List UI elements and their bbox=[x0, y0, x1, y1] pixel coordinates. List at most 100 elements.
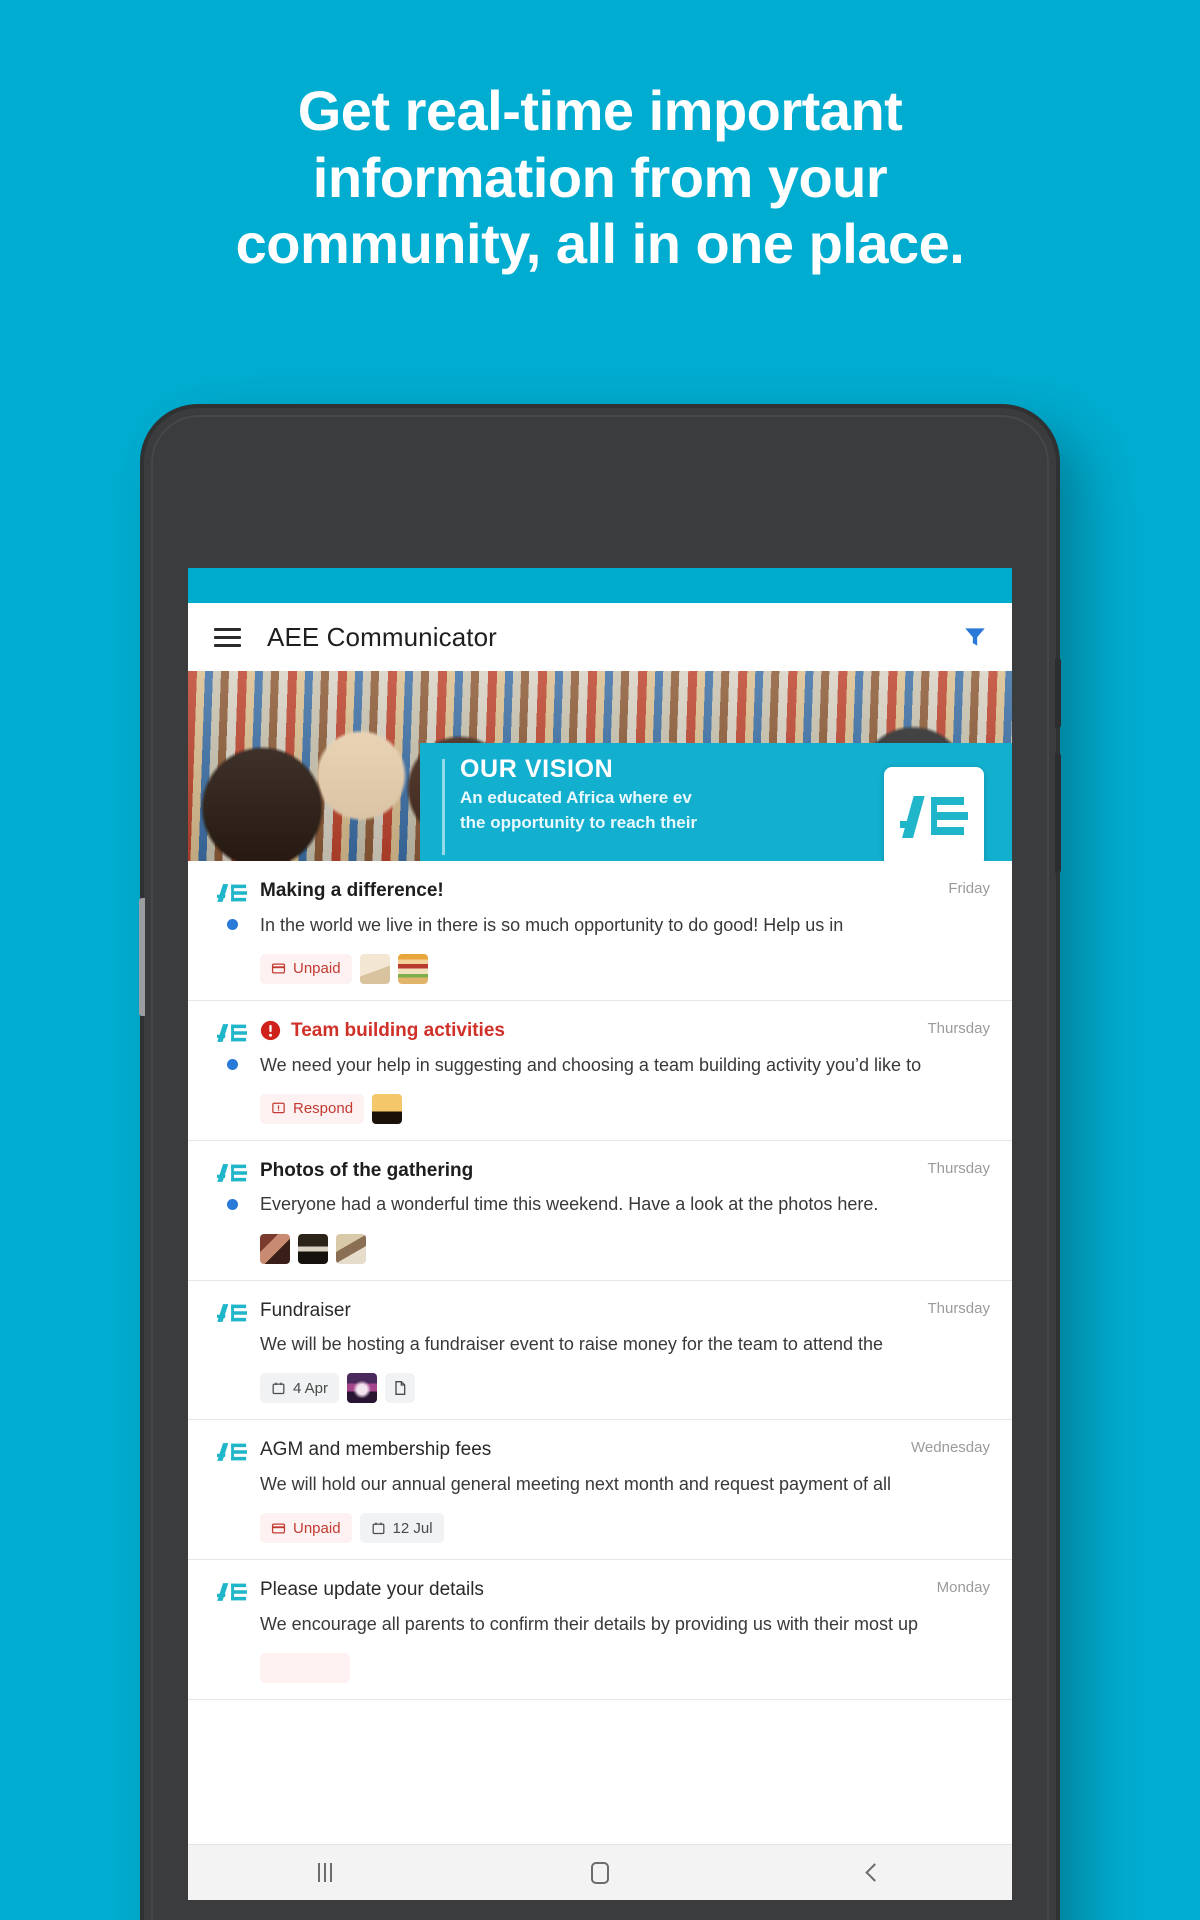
attachment-thumbnail[interactable] bbox=[347, 1373, 378, 1404]
back-button[interactable] bbox=[737, 1845, 1012, 1900]
respond-chip[interactable]: Respond bbox=[260, 1093, 365, 1124]
feed-item-gutter bbox=[204, 1299, 260, 1404]
calendar-icon bbox=[272, 1382, 285, 1395]
feed-item-title: Team building activities bbox=[291, 1019, 505, 1041]
attachment-thumbnail[interactable] bbox=[298, 1233, 328, 1264]
feed-item-body: Making a difference! Friday In the world… bbox=[260, 879, 990, 984]
device-side-button-bottom bbox=[1055, 753, 1061, 873]
attachment-thumbnail[interactable] bbox=[397, 953, 428, 984]
respond-chip-label: Respond bbox=[293, 1100, 354, 1118]
vision-line-1: An educated Africa where ev bbox=[460, 787, 692, 807]
feed-item[interactable]: Making a difference! Friday In the world… bbox=[188, 861, 1012, 1001]
device-side-button-top bbox=[1055, 658, 1061, 728]
home-button[interactable] bbox=[463, 1845, 738, 1900]
aee-mini-logo-icon bbox=[217, 1024, 247, 1042]
date-chip-label: 12 Jul bbox=[392, 1519, 433, 1537]
feed-item-chips: 4 Apr bbox=[260, 1373, 990, 1404]
feed-item-header: Fundraiser Thursday bbox=[260, 1299, 990, 1323]
feed-item-chips bbox=[260, 1233, 990, 1264]
page-title: AEE Communicator bbox=[267, 621, 497, 652]
feed-item-snippet: We will hold our annual general meeting … bbox=[260, 1474, 892, 1495]
status-bar bbox=[188, 568, 1012, 603]
pdf-attachment-chip[interactable] bbox=[385, 1373, 416, 1404]
feed-item[interactable]: AGM and membership fees Wednesday We wil… bbox=[188, 1420, 1012, 1561]
unread-indicator bbox=[226, 1198, 238, 1210]
recents-button[interactable] bbox=[188, 1845, 463, 1900]
app-bar: AEE Communicator bbox=[188, 603, 1012, 671]
aee-logo-icon bbox=[900, 796, 968, 838]
unpaid-chip[interactable]: Unpaid bbox=[260, 953, 352, 984]
credit-card-icon bbox=[271, 1523, 286, 1534]
feed-item-header: Making a difference! Friday bbox=[260, 879, 990, 903]
aee-mini-logo-icon bbox=[217, 1303, 247, 1322]
feed-item-chips: Unpaid bbox=[260, 953, 990, 984]
feed-item-snippet: We will be hosting a fundraiser event to… bbox=[260, 1334, 884, 1355]
respond-message-icon bbox=[272, 1102, 285, 1114]
feed-item-date: Wednesday bbox=[911, 1439, 990, 1457]
feed-item-date: Thursday bbox=[927, 1019, 990, 1037]
feed-item-snippet: We need your help in suggesting and choo… bbox=[260, 1054, 922, 1075]
news-feed-list: Making a difference! Friday In the world… bbox=[188, 861, 1012, 1701]
feed-item-chips bbox=[260, 1653, 990, 1684]
promo-headline: Get real-time important information from… bbox=[0, 78, 1200, 278]
alert-exclamation-icon bbox=[260, 1020, 281, 1040]
phone-device-frame: AEE Communicator OUR VISION An educated … bbox=[139, 408, 1061, 1920]
date-chip[interactable]: 4 Apr bbox=[260, 1373, 340, 1404]
vision-banner[interactable]: OUR VISION An educated Africa where ev t… bbox=[188, 671, 1012, 861]
feed-item-date: Thursday bbox=[927, 1299, 990, 1317]
date-chip-label: 4 Apr bbox=[293, 1379, 329, 1397]
feed-item-body: Please update your details Monday We enc… bbox=[260, 1578, 990, 1684]
unpaid-chip-label: Unpaid bbox=[293, 1519, 341, 1537]
feed-item[interactable]: Photos of the gathering Thursday Everyon… bbox=[188, 1141, 1012, 1281]
device-volume-button bbox=[139, 898, 145, 1016]
unread-indicator bbox=[226, 919, 238, 930]
feed-item[interactable]: Please update your details Monday We enc… bbox=[188, 1560, 1012, 1701]
feed-item-body: Team building activities Thursday We nee… bbox=[260, 1019, 990, 1124]
headline-line-3: community, all in one place. bbox=[235, 212, 965, 276]
partial-chip[interactable] bbox=[260, 1653, 350, 1684]
unpaid-chip-label: Unpaid bbox=[293, 960, 341, 978]
feed-item-gutter bbox=[204, 1578, 260, 1683]
feed-item-header: AGM and membership fees Wednesday bbox=[260, 1438, 990, 1462]
feed-item-gutter bbox=[204, 1019, 260, 1124]
feed-item-gutter bbox=[204, 1438, 260, 1543]
attachment-thumbnail[interactable] bbox=[359, 953, 390, 984]
feed-item-header: Please update your details Monday bbox=[260, 1578, 990, 1602]
home-icon bbox=[591, 1861, 609, 1884]
filter-funnel-icon[interactable] bbox=[962, 624, 988, 650]
credit-card-icon bbox=[271, 963, 286, 974]
unread-indicator bbox=[226, 1058, 238, 1070]
aee-logo-card bbox=[884, 767, 984, 861]
file-document-icon bbox=[395, 1381, 406, 1396]
feed-item-header: Photos of the gathering Thursday bbox=[260, 1159, 990, 1183]
back-icon bbox=[865, 1863, 884, 1882]
feed-item-snippet: We encourage all parents to confirm thei… bbox=[260, 1614, 918, 1635]
aee-mini-logo-icon bbox=[217, 1443, 247, 1462]
feed-item-snippet: Everyone had a wonderful time this weeke… bbox=[260, 1194, 879, 1215]
attachment-thumbnail[interactable] bbox=[372, 1093, 403, 1124]
aee-mini-logo-icon bbox=[217, 884, 247, 902]
headline-line-1: Get real-time important bbox=[297, 79, 903, 142]
date-chip[interactable]: 12 Jul bbox=[359, 1513, 444, 1544]
aee-mini-logo-icon bbox=[217, 1163, 247, 1182]
feed-item-body: AGM and membership fees Wednesday We wil… bbox=[260, 1438, 990, 1544]
feed-item[interactable]: Fundraiser Thursday We will be hosting a… bbox=[188, 1281, 1012, 1421]
attachment-thumbnail[interactable] bbox=[336, 1233, 366, 1264]
feed-item-chips: Unpaid 12 Jul bbox=[260, 1513, 990, 1544]
aee-mini-logo-icon bbox=[217, 1583, 247, 1602]
feed-item-body: Fundraiser Thursday We will be hosting a… bbox=[260, 1299, 990, 1404]
vision-line-2: the opportunity to reach their bbox=[460, 812, 698, 832]
calendar-icon bbox=[372, 1522, 384, 1534]
hamburger-menu-icon[interactable] bbox=[214, 627, 241, 647]
headline-line-2: information from your bbox=[312, 145, 888, 209]
feed-item[interactable]: Team building activities Thursday We nee… bbox=[188, 1001, 1012, 1141]
feed-item-title: Please update your details bbox=[260, 1579, 484, 1601]
feed-item-date: Thursday bbox=[927, 1159, 990, 1177]
feed-item-title: Fundraiser bbox=[260, 1299, 351, 1321]
phone-screen: AEE Communicator OUR VISION An educated … bbox=[188, 568, 1012, 1900]
feed-item-snippet: In the world we live in there is so much… bbox=[260, 914, 844, 935]
feed-item-date: Monday bbox=[936, 1579, 990, 1597]
attachment-thumbnail[interactable] bbox=[260, 1233, 290, 1264]
feed-item-title: Photos of the gathering bbox=[260, 1159, 474, 1181]
unpaid-chip[interactable]: Unpaid bbox=[260, 1513, 352, 1544]
